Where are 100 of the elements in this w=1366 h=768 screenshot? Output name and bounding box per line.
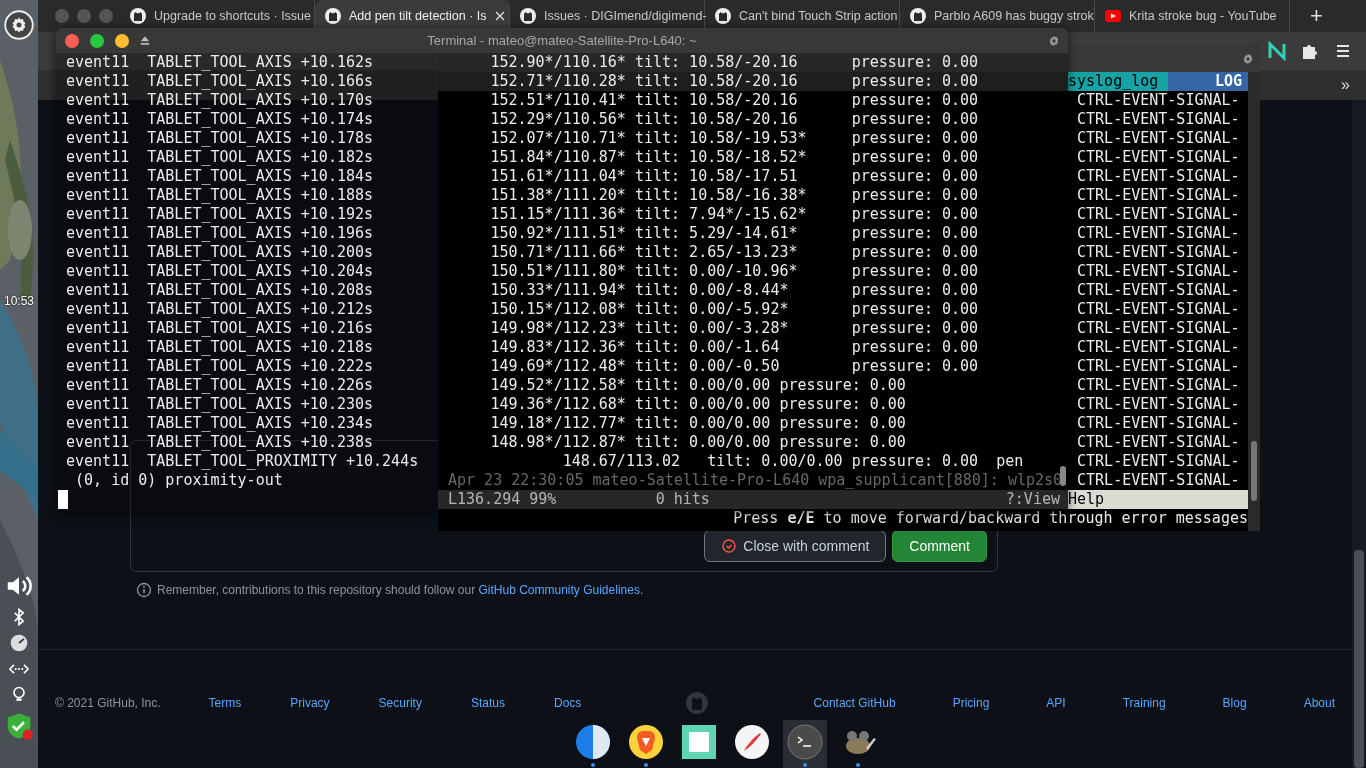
event-text: event11 TABLET_TOOL_AXIS +10.222s bbox=[66, 357, 374, 375]
scrollbar-thumb[interactable] bbox=[1251, 441, 1257, 501]
footer-link[interactable]: Pricing bbox=[952, 696, 990, 710]
log-entry: CTRL-EVENT-SIGNAL- bbox=[1076, 338, 1240, 356]
check-circle-icon bbox=[721, 538, 738, 554]
event-text: event11 TABLET_TOOL_PROXIMITY +10.244s bbox=[66, 452, 419, 470]
footer-link[interactable]: Security bbox=[378, 696, 422, 710]
info-icon bbox=[136, 582, 152, 598]
event-values: 151.15*/111.36* tilt: 7.94*/-15.62* pressure: 0.00 bbox=[490, 205, 979, 224]
view-hint: ?:View bbox=[1005, 490, 1061, 509]
play-icon bbox=[1105, 8, 1121, 24]
footer-link[interactable]: Privacy bbox=[290, 696, 330, 710]
event-values: 150.92*/111.51* tilt: 5.29/-14.61* pressure: 0.00 bbox=[490, 224, 979, 243]
zigzag-logo-icon[interactable] bbox=[1267, 41, 1287, 61]
scrollbar-thumb[interactable] bbox=[1060, 466, 1066, 486]
square-app-icon bbox=[681, 724, 717, 760]
scrollbar-thumb[interactable] bbox=[1354, 550, 1364, 768]
log-entry: CTRL-EVENT-SIGNAL- bbox=[1076, 471, 1240, 489]
settings-icon[interactable] bbox=[4, 10, 34, 40]
footer-link[interactable]: Blog bbox=[1222, 696, 1247, 710]
footer-link[interactable]: Docs bbox=[553, 696, 582, 710]
footer-link[interactable]: About bbox=[1303, 696, 1335, 710]
bookmarks-overflow-button[interactable]: » bbox=[1341, 76, 1350, 94]
event-text: event11 TABLET_TOOL_AXIS +10.218s bbox=[66, 338, 374, 356]
maximize-button[interactable] bbox=[90, 33, 104, 48]
footer-link[interactable]: Contact GitHub bbox=[813, 696, 896, 710]
log-entry: CTRL-EVENT-SIGNAL- bbox=[1076, 281, 1240, 299]
brush-icon bbox=[734, 724, 770, 760]
event-values: 150.33*/111.94* tilt: 0.00/-8.44* pressure: 0.00 bbox=[490, 281, 979, 300]
shield-icon bbox=[628, 724, 664, 760]
terminal-icon bbox=[787, 724, 823, 760]
clock-time: 10:53 bbox=[4, 294, 34, 308]
close-with-comment-button[interactable]: Close with comment bbox=[704, 530, 887, 562]
text-cursor bbox=[58, 490, 68, 509]
file-label: syslog_log bbox=[1068, 72, 1169, 91]
event-values: 152.90*/110.16* tilt: 10.58/-20.16 pressure: 0.00 bbox=[490, 53, 979, 72]
event-values: 149.36*/112.68* tilt: 0.00/0.00 pressure: 0.00 bbox=[490, 395, 906, 414]
log-entry: CTRL-EVENT-SIGNAL- bbox=[1076, 300, 1240, 318]
event-text: event11 TABLET_TOOL_AXIS +10.182s bbox=[66, 148, 374, 166]
log-entry: CTRL-EVENT-SIGNAL- bbox=[1076, 414, 1240, 432]
footer-link[interactable]: Terms bbox=[208, 696, 242, 710]
log-entry: CTRL-EVENT-SIGNAL- bbox=[1076, 129, 1240, 147]
window-title: Terminal - mateo@mateo-Satellite-Pro-L640: ~ bbox=[427, 33, 697, 48]
event-values: 151.38*/111.20* tilt: 10.58/-16.38* pressure: 0.00 bbox=[490, 186, 979, 205]
footer-link[interactable]: Status bbox=[470, 696, 505, 710]
log-entry: CTRL-EVENT-SIGNAL- bbox=[1076, 243, 1240, 261]
event-text: event11 TABLET_TOOL_AXIS +10.216s bbox=[66, 319, 374, 337]
close-icon[interactable] bbox=[494, 11, 505, 21]
log-entry: CTRL-EVENT-SIGNAL- bbox=[1076, 148, 1240, 166]
event-text: event11 TABLET_TOOL_AXIS +10.188s bbox=[66, 186, 374, 204]
event-values: 149.18*/112.77* tilt: 0.00/0.00 pressure: 0.00 bbox=[490, 414, 906, 433]
event-text: event11 TABLET_TOOL_AXIS +10.166s bbox=[66, 72, 374, 90]
event-values: 150.15*/112.08* tilt: 0.00/-5.92* pressure: 0.00 bbox=[490, 300, 979, 319]
event-text: event11 TABLET_TOOL_AXIS +10.204s bbox=[66, 262, 374, 280]
event-detail: (0, id 0) proximity-out bbox=[74, 471, 283, 490]
log-entry: CTRL-EVENT-SIGNAL- bbox=[1076, 262, 1240, 280]
event-values: 151.61*/111.04* tilt: 10.58/-17.51 pressure: 0.00 bbox=[490, 167, 979, 186]
guidelines-link[interactable]: GitHub Community Guidelines bbox=[478, 583, 640, 597]
event-values: 152.51*/110.41* tilt: 10.58/-20.16 pressure: 0.00 bbox=[490, 91, 979, 110]
close-button[interactable] bbox=[65, 33, 79, 48]
event-values: 150.71*/111.66* tilt: 2.65/-13.23* pressure: 0.00 bbox=[490, 243, 979, 262]
event-text: event11 TABLET_TOOL_AXIS +10.234s bbox=[66, 414, 374, 432]
log-entry: CTRL-EVENT-SIGNAL- bbox=[1076, 452, 1240, 470]
running-dot bbox=[591, 763, 595, 767]
running-dot bbox=[644, 763, 648, 767]
hint-message: Press e/E to move forward/backward through error messages bbox=[733, 509, 1248, 527]
event-text: event11 TABLET_TOOL_AXIS +10.226s bbox=[66, 376, 374, 394]
gauge-icon[interactable] bbox=[9, 633, 29, 653]
event-text: event11 TABLET_TOOL_AXIS +10.230s bbox=[66, 395, 374, 413]
log-entry: CTRL-EVENT-SIGNAL- bbox=[1076, 186, 1240, 204]
new-tab-button[interactable]: + bbox=[1310, 3, 1323, 29]
running-dot bbox=[803, 763, 807, 767]
comment-button[interactable]: Comment bbox=[892, 530, 987, 562]
event-text: event11 TABLET_TOOL_AXIS +10.178s bbox=[66, 129, 374, 147]
footer-link[interactable]: API bbox=[1046, 696, 1066, 710]
event-text: event11 TABLET_TOOL_AXIS +10.200s bbox=[66, 243, 374, 261]
log-entry: CTRL-EVENT-SIGNAL- bbox=[1076, 91, 1240, 109]
event-values: 148.98*/112.87* tilt: 0.00/0.00 pressure: 0.00 bbox=[490, 433, 906, 452]
log-entry: CTRL-EVENT-SIGNAL- bbox=[1076, 357, 1240, 375]
log-entry: CTRL-EVENT-SIGNAL- bbox=[1076, 205, 1240, 223]
event-values: 149.98*/112.23* tilt: 0.00/-3.28* pressure: 0.00 bbox=[490, 319, 979, 338]
eject-icon[interactable] bbox=[140, 36, 150, 45]
event-values: 150.51*/111.80* tilt: 0.00/-10.96* pressure: 0.00 bbox=[490, 262, 979, 281]
log-entry: CTRL-EVENT-SIGNAL- bbox=[1076, 224, 1240, 242]
guidelines-note: Remember, contributions to this repository should follow our GitHub Community Guidelines. bbox=[157, 583, 644, 597]
footer-link[interactable]: Training bbox=[1122, 696, 1166, 710]
percent-text: 99% bbox=[529, 490, 558, 509]
line-number: L136.294 bbox=[448, 490, 522, 509]
event-values: 152.71*/110.28* tilt: 10.58/-20.16 pressure: 0.00 bbox=[490, 72, 979, 91]
log-entry: CTRL-EVENT-SIGNAL- bbox=[1076, 376, 1240, 394]
log-line: Apr 23 22:30:05 mateo-Satellite-Pro-L640 wpa_supplicant[880]: wlp2s0 bbox=[448, 471, 1063, 489]
event-text: event11 TABLET_TOOL_AXIS +10.208s bbox=[66, 281, 374, 299]
event-text: event11 TABLET_TOOL_AXIS +10.174s bbox=[66, 110, 374, 128]
event-values: 149.83*/112.36* tilt: 0.00/-1.64 pressure: 0.00 bbox=[490, 338, 979, 357]
minimize-button[interactable] bbox=[115, 33, 129, 48]
help-label: Help bbox=[1068, 490, 1105, 508]
event-values: 152.07*/110.71* tilt: 10.58/-19.53* pressure: 0.00 bbox=[490, 129, 979, 148]
log-entry: CTRL-EVENT-SIGNAL- bbox=[1076, 167, 1240, 185]
event-text: event11 TABLET_TOOL_AXIS +10.184s bbox=[66, 167, 374, 185]
event-text: event11 TABLET_TOOL_AXIS +10.238s bbox=[66, 433, 374, 451]
